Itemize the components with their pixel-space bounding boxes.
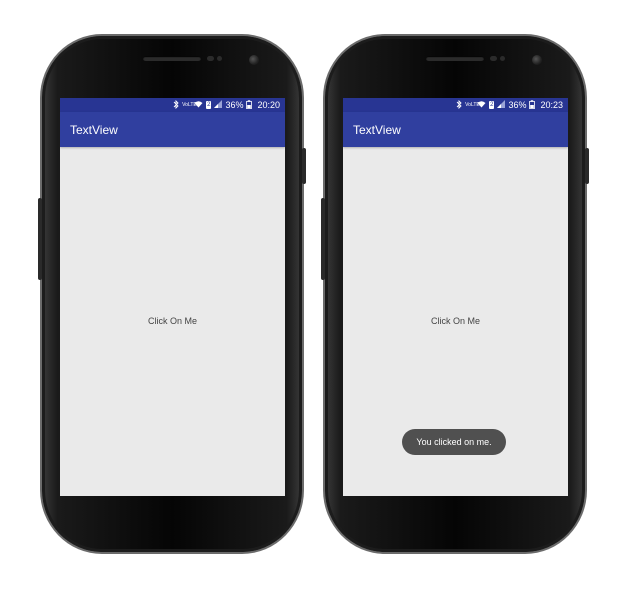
earpiece-speaker	[426, 56, 484, 61]
sim-indicator: 2	[206, 101, 212, 109]
sim-indicator: 2	[489, 101, 495, 109]
app-title: TextView	[70, 122, 118, 137]
toast-message: You clicked on me.	[402, 429, 506, 455]
lte-indicator: VoLTE	[182, 101, 197, 108]
wifi-icon	[477, 100, 486, 110]
app-bar: TextView	[343, 112, 568, 147]
power-button[interactable]	[302, 148, 306, 184]
battery-icon	[246, 99, 253, 111]
light-sensor	[217, 56, 222, 61]
light-sensor	[500, 56, 505, 61]
content-area: Click On Me	[60, 147, 285, 496]
signal-icon	[497, 100, 506, 110]
power-button[interactable]	[585, 148, 589, 184]
phone-frame-left: VoLTE 2 36% 20:20 TextView Click On Me	[38, 36, 306, 552]
status-bar: VoLTE 2 36% 20:20	[60, 98, 285, 112]
proximity-sensor	[207, 56, 214, 61]
status-time: 20:23	[540, 100, 563, 110]
wifi-icon	[194, 100, 203, 110]
screen: VoLTE 2 36% 20:23 TextView Click On Me Y…	[343, 98, 568, 496]
volume-button[interactable]	[321, 198, 325, 280]
status-time: 20:20	[257, 100, 280, 110]
status-bar: VoLTE 2 36% 20:23	[343, 98, 568, 112]
proximity-sensor	[490, 56, 497, 61]
battery-percent: 36%	[225, 100, 244, 110]
lte-indicator: VoLTE	[465, 101, 480, 108]
click-on-me-text[interactable]: Click On Me	[343, 316, 568, 326]
app-title: TextView	[353, 122, 401, 137]
earpiece-speaker	[143, 56, 201, 61]
battery-icon	[529, 99, 536, 111]
front-camera	[532, 55, 542, 65]
bluetooth-icon	[173, 99, 179, 111]
click-on-me-text[interactable]: Click On Me	[60, 316, 285, 326]
app-bar: TextView	[60, 112, 285, 147]
screen: VoLTE 2 36% 20:20 TextView Click On Me	[60, 98, 285, 496]
bluetooth-icon	[456, 99, 462, 111]
content-area: Click On Me You clicked on me.	[343, 147, 568, 496]
signal-icon	[214, 100, 223, 110]
phone-frame-right: VoLTE 2 36% 20:23 TextView Click On Me Y…	[321, 36, 589, 552]
battery-percent: 36%	[508, 100, 527, 110]
front-camera	[249, 55, 259, 65]
volume-button[interactable]	[38, 198, 42, 280]
